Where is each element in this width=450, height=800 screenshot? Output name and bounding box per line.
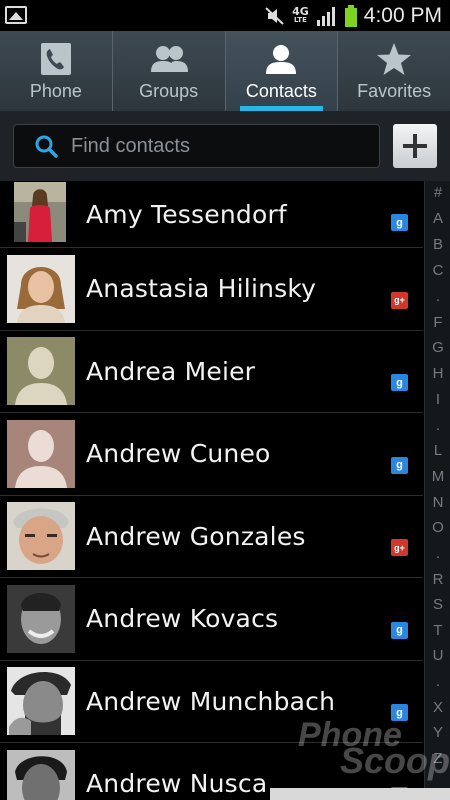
tab-phone[interactable]: Phone bbox=[0, 31, 113, 111]
tab-contacts-label: Contacts bbox=[245, 81, 317, 101]
contact-row[interactable]: Andrew Kovacs g bbox=[0, 578, 423, 661]
network-type-icon: 4G LTE bbox=[292, 4, 309, 24]
index-letter[interactable]: Y bbox=[425, 724, 450, 741]
plus-icon bbox=[403, 134, 427, 158]
google-plus-icon: g+ bbox=[391, 539, 408, 556]
alphabet-index-scroller[interactable]: # A B C . F G H I . L M N O . R S T U . … bbox=[424, 181, 450, 800]
search-icon bbox=[35, 135, 58, 158]
google-icon: g bbox=[391, 621, 408, 639]
google-icon: g bbox=[391, 456, 408, 474]
index-letter[interactable]: Z bbox=[425, 750, 450, 767]
tab-contacts[interactable]: Contacts bbox=[225, 31, 339, 111]
contact-row[interactable]: Andrew Gonzales g+ bbox=[0, 496, 423, 578]
avatar bbox=[7, 584, 75, 653]
index-letter[interactable]: A bbox=[425, 210, 450, 227]
index-letter[interactable]: O bbox=[425, 519, 450, 536]
contact-list[interactable]: Amy Tessendorf g Anastasia Hilinsky g+ A… bbox=[0, 181, 423, 800]
contact-name: Andrea Meier bbox=[86, 356, 256, 386]
bottom-strip bbox=[270, 788, 450, 800]
search-box[interactable] bbox=[13, 124, 380, 168]
mute-icon bbox=[265, 6, 284, 25]
index-letter[interactable]: F bbox=[425, 314, 450, 331]
index-letter[interactable]: C bbox=[425, 262, 450, 279]
index-letter[interactable]: T bbox=[425, 622, 450, 639]
contact-name: Anastasia Hilinsky bbox=[86, 274, 317, 304]
signal-icon bbox=[316, 6, 335, 26]
battery-icon bbox=[344, 4, 357, 27]
google-icon: g bbox=[391, 214, 408, 231]
tab-phone-label: Phone bbox=[29, 81, 82, 101]
index-letter[interactable]: . bbox=[425, 417, 450, 434]
groups-icon bbox=[149, 41, 189, 77]
contact-row[interactable]: Andrew Cuneo g bbox=[0, 413, 423, 496]
index-letter[interactable]: H bbox=[425, 365, 450, 382]
index-letter[interactable]: G bbox=[425, 339, 450, 356]
index-letter[interactable]: R bbox=[425, 571, 450, 588]
index-letter[interactable]: U bbox=[425, 647, 450, 664]
contact-name: Amy Tessendorf bbox=[86, 199, 287, 229]
avatar bbox=[7, 419, 75, 488]
index-letter[interactable]: L bbox=[425, 442, 450, 459]
index-letter[interactable]: I bbox=[425, 391, 450, 408]
index-letter[interactable]: . bbox=[425, 673, 450, 690]
add-contact-button[interactable] bbox=[393, 124, 437, 168]
tab-groups-label: Groups bbox=[139, 81, 199, 101]
tab-groups[interactable]: Groups bbox=[113, 31, 226, 111]
status-bar: 4G LTE 4:00 PM bbox=[0, 0, 450, 31]
tab-favorites[interactable]: Favorites bbox=[338, 31, 450, 111]
status-icons: 4G LTE 4:00 PM bbox=[265, 0, 442, 31]
status-time: 4:00 PM bbox=[363, 3, 442, 27]
contact-row[interactable]: Anastasia Hilinsky g+ bbox=[0, 248, 423, 331]
phone-icon bbox=[36, 41, 76, 77]
index-letter[interactable]: M bbox=[425, 468, 450, 485]
contact-icon bbox=[261, 41, 301, 77]
contact-name: Andrew Cuneo bbox=[86, 439, 271, 469]
gallery-icon bbox=[5, 6, 27, 24]
index-letter[interactable]: S bbox=[425, 596, 450, 613]
index-letter[interactable]: N bbox=[425, 494, 450, 511]
avatar bbox=[7, 254, 75, 323]
contact-row[interactable]: Andrea Meier g bbox=[0, 331, 423, 413]
google-icon: g bbox=[391, 374, 408, 391]
contact-row[interactable]: Andrew Munchbach g bbox=[0, 661, 423, 743]
index-letter[interactable]: . bbox=[425, 545, 450, 562]
search-input[interactable] bbox=[71, 134, 351, 158]
avatar bbox=[14, 182, 66, 242]
contact-row[interactable]: Amy Tessendorf g bbox=[0, 181, 423, 248]
index-letter[interactable]: X bbox=[425, 699, 450, 716]
avatar bbox=[7, 749, 75, 800]
google-icon: g bbox=[391, 704, 408, 721]
contact-name: Andrew Munchbach bbox=[86, 686, 336, 716]
google-plus-icon: g+ bbox=[391, 291, 408, 309]
avatar bbox=[7, 337, 75, 406]
search-row bbox=[0, 111, 450, 181]
tab-bar: Phone Groups Contacts Favorites bbox=[0, 31, 450, 111]
index-letter[interactable]: # bbox=[425, 184, 450, 201]
star-icon bbox=[374, 41, 414, 77]
avatar bbox=[7, 667, 75, 736]
contact-name: Andrew Gonzales bbox=[86, 521, 306, 551]
index-letter[interactable]: B bbox=[425, 236, 450, 253]
tab-favorites-label: Favorites bbox=[357, 81, 432, 101]
contact-name: Andrew Kovacs bbox=[86, 604, 279, 634]
index-letter[interactable]: . bbox=[425, 288, 450, 305]
contact-name: Andrew Nusca bbox=[86, 769, 268, 799]
avatar bbox=[7, 502, 75, 571]
